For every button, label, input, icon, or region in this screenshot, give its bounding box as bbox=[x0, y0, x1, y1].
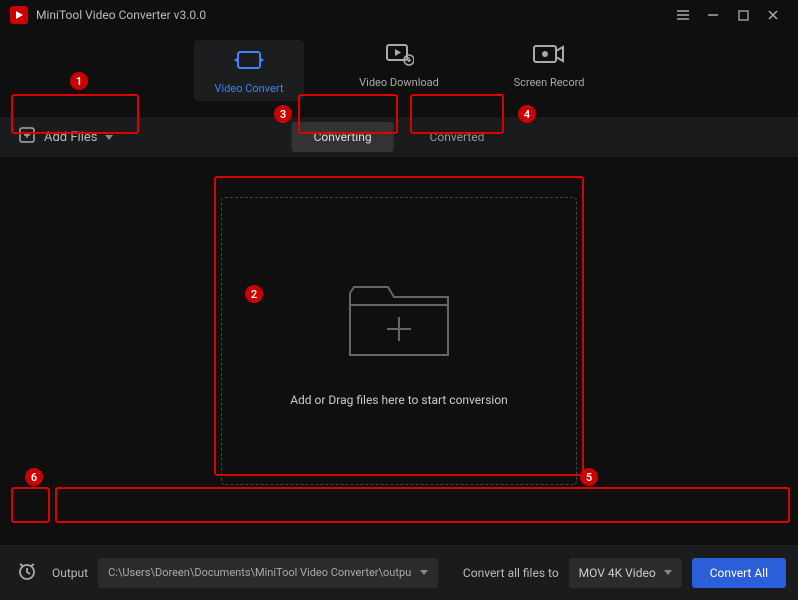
output-label: Output bbox=[52, 566, 88, 580]
tab-video-convert[interactable]: Video Convert bbox=[194, 40, 304, 101]
mode-tabs: Video Convert Video Download Screen Reco… bbox=[0, 30, 798, 117]
add-file-icon bbox=[18, 126, 36, 148]
chevron-down-icon bbox=[105, 135, 113, 140]
titlebar: MiniTool Video Converter v3.0.0 bbox=[0, 0, 798, 30]
toolbar: Add Files Converting Converted bbox=[0, 117, 798, 157]
tab-label: Screen Record bbox=[514, 76, 585, 89]
app-logo-icon bbox=[10, 6, 28, 24]
tab-converting[interactable]: Converting bbox=[292, 122, 394, 152]
download-icon bbox=[384, 40, 414, 68]
tab-label: Video Convert bbox=[215, 82, 284, 95]
dropzone[interactable]: Add or Drag files here to start conversi… bbox=[221, 197, 577, 485]
close-button[interactable] bbox=[758, 0, 788, 30]
app-title: MiniTool Video Converter v3.0.0 bbox=[36, 8, 206, 22]
add-files-label: Add Files bbox=[44, 130, 97, 145]
tab-converted[interactable]: Converted bbox=[408, 122, 507, 152]
convert-icon bbox=[234, 46, 264, 74]
folder-add-icon bbox=[344, 275, 454, 369]
format-value: MOV 4K Video bbox=[579, 566, 656, 580]
clock-icon bbox=[16, 560, 38, 586]
maximize-button[interactable] bbox=[728, 0, 758, 30]
convert-all-button[interactable]: Convert All bbox=[692, 558, 786, 588]
main-area: Add or Drag files here to start conversi… bbox=[0, 157, 798, 545]
convert-to-label: Convert all files to bbox=[463, 566, 559, 580]
add-files-button[interactable]: Add Files bbox=[0, 117, 131, 157]
tab-screen-record[interactable]: Screen Record bbox=[494, 40, 604, 101]
status-tabs: Converting Converted bbox=[292, 122, 507, 152]
chevron-down-icon bbox=[420, 570, 428, 575]
output-path-select[interactable]: C:\Users\Doreen\Documents\MiniTool Video… bbox=[98, 558, 438, 588]
chevron-down-icon bbox=[664, 570, 672, 575]
output-path-text: C:\Users\Doreen\Documents\MiniTool Video… bbox=[108, 566, 414, 579]
record-icon bbox=[532, 40, 566, 68]
schedule-button[interactable] bbox=[12, 558, 42, 588]
tab-label: Video Download bbox=[359, 76, 439, 89]
menu-button[interactable] bbox=[668, 0, 698, 30]
minimize-button[interactable] bbox=[698, 0, 728, 30]
tab-video-download[interactable]: Video Download bbox=[344, 40, 454, 101]
bottombar: Output C:\Users\Doreen\Documents\MiniToo… bbox=[0, 545, 798, 600]
dropzone-label: Add or Drag files here to start conversi… bbox=[290, 393, 508, 407]
output-format-select[interactable]: MOV 4K Video bbox=[569, 558, 682, 588]
